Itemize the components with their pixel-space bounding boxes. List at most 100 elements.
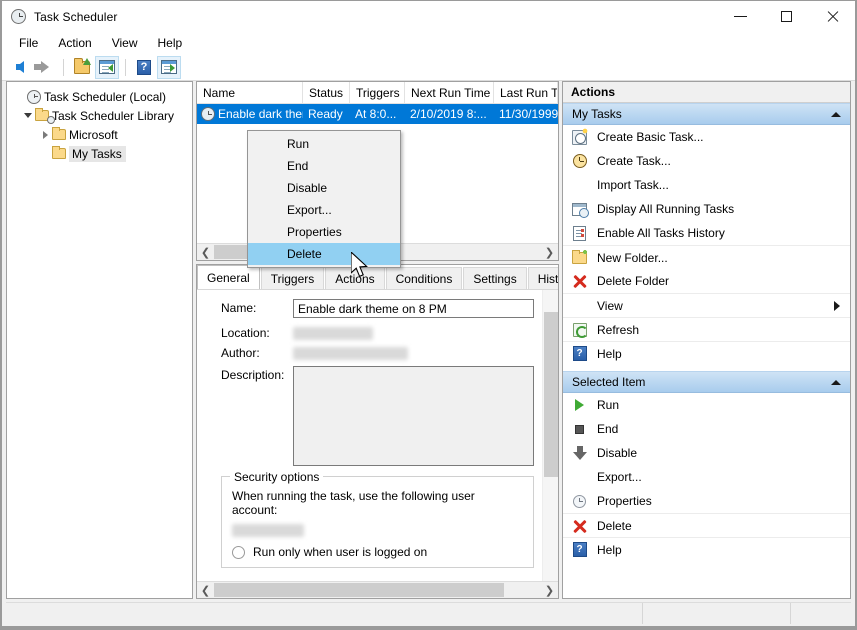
forward-button[interactable] [33,56,57,79]
action-label: Disable [597,446,638,460]
up-folder-button[interactable] [70,56,94,79]
column-header-status[interactable]: Status [303,82,350,103]
vscroll-thumb[interactable] [544,312,558,477]
help-icon: ? [137,59,151,75]
create-task-icon [571,153,588,170]
tree-label: Task Scheduler Library [52,108,175,123]
context-menu-item-export[interactable]: Export... [248,199,400,221]
action-display-all-running-tasks[interactable]: Display All Running Tasks [563,197,850,221]
author-label: Author: [221,346,260,360]
action-properties[interactable]: Properties [563,489,850,513]
action-label: Run [597,398,620,412]
tab-conditions[interactable]: Conditions [385,267,463,289]
tab-history[interactable]: History [527,267,558,289]
context-menu-item-run[interactable]: Run [248,133,400,155]
run-only-when-logged-on-row[interactable]: Run only when user is logged on [232,545,523,559]
action-delete[interactable]: Delete [563,513,850,537]
action-export[interactable]: Export... [563,465,850,489]
menu-view[interactable]: View [102,34,148,53]
action-view[interactable]: View [563,293,850,317]
show-action-pane-button[interactable] [157,55,181,79]
description-input[interactable] [293,366,534,466]
running-tasks-icon [571,201,589,218]
scroll-right-icon[interactable]: ❯ [541,244,558,260]
action-label: Create Task... [597,154,671,168]
column-header-name[interactable]: Name [197,82,303,103]
details-vscrollbar[interactable] [542,290,558,581]
no-icon [571,297,588,314]
action-help-selected[interactable]: ? Help [563,537,850,561]
collapse-arrow-icon[interactable] [831,111,841,117]
context-menu-item-properties[interactable]: Properties [248,221,400,243]
context-menu-item-delete[interactable]: Delete [248,243,400,265]
back-arrow-icon [16,61,24,73]
action-new-folder[interactable]: New Folder... [563,245,850,269]
collapse-arrow-icon[interactable] [831,379,841,385]
column-header-next-run-time[interactable]: Next Run Time [405,82,494,103]
back-button[interactable] [8,56,32,79]
tree-item-my-tasks[interactable]: My Tasks [7,144,192,163]
name-label: Name: [221,301,257,315]
action-run[interactable]: Run [563,393,850,417]
details-hscrollbar[interactable]: ❮ ❯ [197,581,558,598]
context-menu-item-end[interactable]: End [248,155,400,177]
scroll-left-icon[interactable]: ❮ [197,582,214,598]
app-clock-icon [11,8,27,25]
help-button[interactable]: ? [132,56,156,79]
menu-action[interactable]: Action [48,34,101,53]
context-menu-item-disable[interactable]: Disable [248,177,400,199]
delete-x-icon [571,273,588,290]
name-input[interactable]: Enable dark theme on 8 PM [293,299,534,318]
action-help[interactable]: ? Help [563,341,850,365]
twisty-none [38,147,52,161]
action-enable-all-tasks-history[interactable]: Enable All Tasks History [563,221,850,245]
run-only-when-logged-on-label: Run only when user is logged on [253,545,428,559]
action-refresh[interactable]: Refresh [563,317,850,341]
section-label: Selected Item [572,375,646,389]
menu-help[interactable]: Help [148,34,193,53]
show-console-tree-button[interactable] [95,55,119,79]
cell-status: Ready [308,107,343,121]
scroll-right-icon[interactable]: ❯ [541,582,558,598]
action-import-task[interactable]: Import Task... [563,173,850,197]
hscroll-track[interactable] [214,582,541,598]
tab-triggers[interactable]: Triggers [260,267,325,289]
action-create-basic-task[interactable]: Create Basic Task... [563,125,850,149]
tree-label: My Tasks [69,145,126,162]
minimize-button[interactable] [717,1,763,32]
action-create-task[interactable]: Create Task... [563,149,850,173]
twisty-none [13,90,27,104]
scroll-left-icon[interactable]: ❮ [197,244,214,260]
clock-icon [27,89,44,104]
column-header-triggers[interactable]: Triggers [350,82,405,103]
action-disable[interactable]: Disable [563,441,850,465]
tab-actions[interactable]: Actions [325,267,385,289]
section-label: My Tasks [572,107,622,121]
chevron-down-icon[interactable] [21,109,35,123]
hscroll-thumb[interactable] [214,583,504,597]
tree-item-task-scheduler-local[interactable]: Task Scheduler (Local) [7,87,192,106]
actions-section-my-tasks[interactable]: My Tasks [563,103,850,125]
action-delete-folder[interactable]: Delete Folder [563,269,850,293]
tree-item-microsoft[interactable]: Microsoft [7,125,192,144]
actions-section-selected-item[interactable]: Selected Item [563,371,850,393]
tab-general[interactable]: General [197,265,260,289]
title-bar: Task Scheduler [2,1,855,32]
tree-item-task-scheduler-library[interactable]: Task Scheduler Library [7,106,192,125]
help-icon: ? [571,541,588,558]
tab-settings[interactable]: Settings [463,267,527,289]
action-end[interactable]: End [563,417,850,441]
close-button[interactable] [809,1,855,32]
action-label: Import Task... [597,178,669,192]
chevron-right-icon[interactable] [38,128,52,142]
radio-button[interactable] [232,545,245,559]
column-header-last-run-time[interactable]: Last Run Tim [494,82,558,103]
table-row[interactable]: Enable dark theme on 8 PM Ready At 8:0..… [197,104,558,124]
location-field-row: Location: [197,324,558,340]
menu-file[interactable]: File [9,34,48,53]
delete-x-icon [571,517,588,534]
maximize-button[interactable] [763,1,809,32]
create-basic-task-icon [571,126,589,146]
status-segment-1 [643,603,791,624]
action-label: End [597,422,619,436]
